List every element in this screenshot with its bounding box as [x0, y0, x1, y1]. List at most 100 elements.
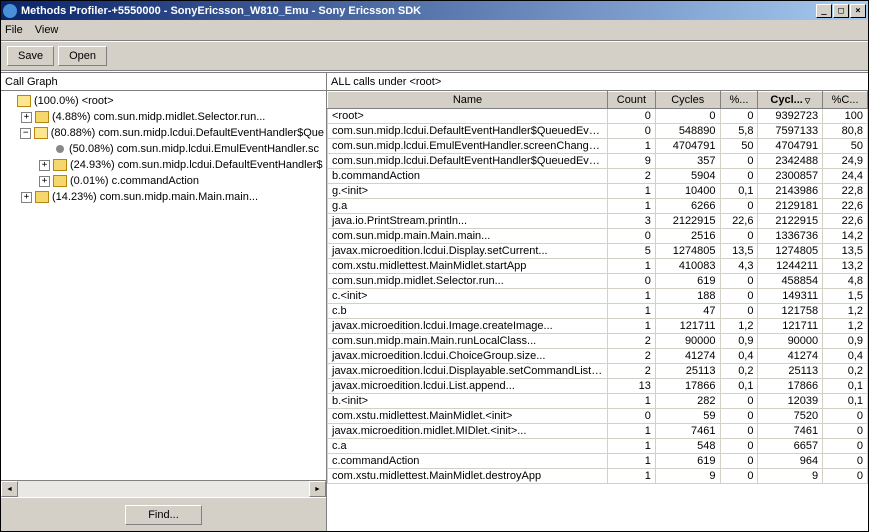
- tree-hscroll[interactable]: ◄ ►: [1, 480, 326, 497]
- table-row[interactable]: javax.microedition.lcdui.Display.setCurr…: [328, 244, 868, 259]
- cell-value: 47: [655, 304, 720, 319]
- cell-value: 50: [720, 139, 758, 154]
- column-header[interactable]: %...: [720, 92, 758, 109]
- cell-value: 0: [608, 409, 656, 424]
- table-row[interactable]: com.xstu.midlettest.MainMidlet.startApp1…: [328, 259, 868, 274]
- cell-value: 2516: [655, 229, 720, 244]
- expand-icon[interactable]: +: [21, 192, 32, 203]
- expand-icon[interactable]: +: [39, 160, 50, 171]
- table-row[interactable]: com.sun.midp.lcdui.DefaultEventHandler$Q…: [328, 124, 868, 139]
- cell-value: 1: [608, 319, 656, 334]
- maximize-button[interactable]: □: [833, 4, 849, 18]
- table-row[interactable]: c.a1548066570: [328, 439, 868, 454]
- folder-open-icon: [17, 95, 31, 107]
- cell-value: 2143986: [758, 184, 823, 199]
- cell-value: 0: [720, 289, 758, 304]
- tree-label: (14.23%) com.sun.midp.main.Main.main...: [52, 191, 258, 203]
- cell-value: 619: [655, 454, 720, 469]
- cell-value: 1274805: [655, 244, 720, 259]
- table-row[interactable]: com.sun.midp.midlet.Selector.run...06190…: [328, 274, 868, 289]
- cell-value: 7597133: [758, 124, 823, 139]
- cell-value: 17866: [758, 379, 823, 394]
- cell-value: 2129181: [758, 199, 823, 214]
- open-button[interactable]: Open: [58, 46, 107, 66]
- cell-value: 1,2: [823, 319, 868, 334]
- cell-value: 1: [608, 454, 656, 469]
- cell-name: com.sun.midp.midlet.Selector.run...: [328, 274, 608, 289]
- cell-value: 0: [823, 454, 868, 469]
- table-row[interactable]: javax.microedition.lcdui.Displayable.set…: [328, 364, 868, 379]
- scroll-right-icon[interactable]: ►: [309, 481, 326, 497]
- close-button[interactable]: ×: [850, 4, 866, 18]
- cell-value: 4704791: [758, 139, 823, 154]
- cell-value: 0: [608, 109, 656, 124]
- table-row[interactable]: c.<init>118801493111,5: [328, 289, 868, 304]
- column-header[interactable]: Count: [608, 92, 656, 109]
- cell-value: 121711: [758, 319, 823, 334]
- menu-view[interactable]: View: [35, 24, 59, 36]
- cell-value: 9: [608, 154, 656, 169]
- cell-value: 2: [608, 334, 656, 349]
- cell-name: com.sun.midp.main.Main.main...: [328, 229, 608, 244]
- expand-icon[interactable]: +: [21, 112, 32, 123]
- tree-row[interactable]: +(24.93%) com.sun.midp.lcdui.DefaultEven…: [3, 157, 324, 173]
- titlebar[interactable]: Methods Profiler-+5550000 - SonyEricsson…: [1, 1, 868, 20]
- table-row[interactable]: g.<init>1104000,1214398622,8: [328, 184, 868, 199]
- table-row[interactable]: b.<init>12820120390,1: [328, 394, 868, 409]
- cell-value: 121711: [655, 319, 720, 334]
- table-row[interactable]: g.a162660212918122,6: [328, 199, 868, 214]
- cell-value: 5,8: [720, 124, 758, 139]
- column-header[interactable]: Cycles: [655, 92, 720, 109]
- tree-row[interactable]: + (14.23%) com.sun.midp.main.Main.main...: [3, 189, 324, 205]
- table-row[interactable]: java.io.PrintStream.println...3212291522…: [328, 214, 868, 229]
- table-row[interactable]: javax.microedition.midlet.MIDlet.<init>.…: [328, 424, 868, 439]
- expand-icon[interactable]: +: [39, 176, 50, 187]
- table-row[interactable]: com.xstu.midlettest.MainMidlet.<init>059…: [328, 409, 868, 424]
- cell-value: 1: [608, 259, 656, 274]
- cell-value: 1,2: [823, 304, 868, 319]
- table-row[interactable]: c.b14701217581,2: [328, 304, 868, 319]
- table-row[interactable]: javax.microedition.lcdui.ChoiceGroup.siz…: [328, 349, 868, 364]
- minimize-button[interactable]: _: [816, 4, 832, 18]
- cell-value: 2342488: [758, 154, 823, 169]
- table-row[interactable]: c.commandAction161909640: [328, 454, 868, 469]
- table-row[interactable]: com.sun.midp.main.Main.runLocalClass...2…: [328, 334, 868, 349]
- table-row[interactable]: <root>0009392723100: [328, 109, 868, 124]
- table-row[interactable]: com.sun.midp.lcdui.EmulEventHandler.scre…: [328, 139, 868, 154]
- collapse-icon[interactable]: −: [20, 128, 31, 139]
- cell-name: c.b: [328, 304, 608, 319]
- cell-name: java.io.PrintStream.println...: [328, 214, 608, 229]
- tree-row[interactable]: (100.0%) <root>: [3, 93, 324, 109]
- call-graph-tree[interactable]: (100.0%) <root>+(4.88%) com.sun.midp.mid…: [1, 91, 326, 480]
- save-button[interactable]: Save: [7, 46, 54, 66]
- column-header[interactable]: Name: [328, 92, 608, 109]
- column-header[interactable]: %C...: [823, 92, 868, 109]
- cell-value: 0,9: [720, 334, 758, 349]
- tree-row[interactable]: (50.08%) com.sun.midp.lcdui.EmulEventHan…: [3, 141, 324, 157]
- table-row[interactable]: com.xstu.midlettest.MainMidlet.destroyAp…: [328, 469, 868, 484]
- tree-row[interactable]: +(4.88%) com.sun.midp.midlet.Selector.ru…: [3, 109, 324, 125]
- cell-value: 0: [720, 439, 758, 454]
- cell-value: 14,2: [823, 229, 868, 244]
- cell-value: 1: [608, 139, 656, 154]
- menu-file[interactable]: File: [5, 24, 23, 36]
- table-row[interactable]: com.sun.midp.main.Main.main...0251601336…: [328, 229, 868, 244]
- table-row[interactable]: b.commandAction259040230085724,4: [328, 169, 868, 184]
- cell-value: 90000: [758, 334, 823, 349]
- tree-row[interactable]: +(0.01%) c.commandAction: [3, 173, 324, 189]
- column-header[interactable]: Cycl...▽: [758, 92, 823, 109]
- tree-row[interactable]: −(80.88%) com.sun.midp.lcdui.DefaultEven…: [3, 125, 324, 141]
- cell-value: 1: [608, 289, 656, 304]
- table-row[interactable]: javax.microedition.lcdui.Image.createIma…: [328, 319, 868, 334]
- cell-value: 1: [608, 424, 656, 439]
- cell-value: 6657: [758, 439, 823, 454]
- cell-value: 1274805: [758, 244, 823, 259]
- cell-value: 2300857: [758, 169, 823, 184]
- table-row[interactable]: javax.microedition.lcdui.List.append...1…: [328, 379, 868, 394]
- cell-value: 121758: [758, 304, 823, 319]
- find-button[interactable]: Find...: [125, 505, 202, 525]
- scroll-left-icon[interactable]: ◄: [1, 481, 18, 497]
- table-row[interactable]: com.sun.midp.lcdui.DefaultEventHandler$Q…: [328, 154, 868, 169]
- cell-value: 0: [720, 394, 758, 409]
- cell-value: 0: [720, 409, 758, 424]
